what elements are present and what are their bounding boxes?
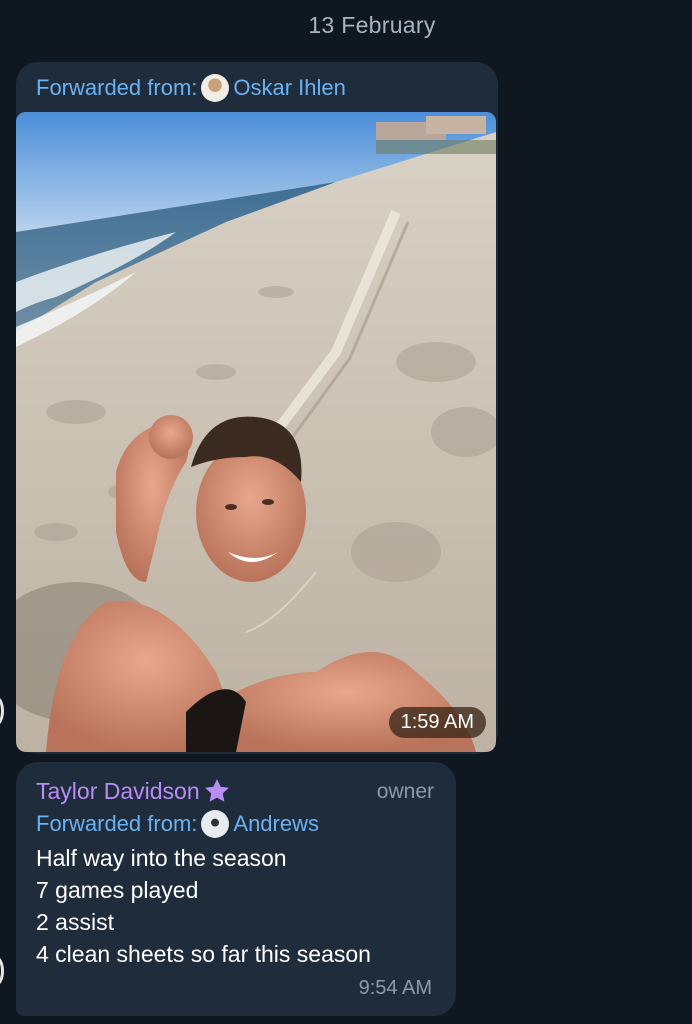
message-text: Half way into the season 7 games played … (36, 842, 371, 970)
message-timestamp: 9:54 AM (358, 977, 432, 999)
chat-view: 13 February Forwarded from: Oskar Ihlen (0, 0, 692, 1024)
forwarded-sender-name[interactable]: Andrews (233, 811, 319, 837)
sender-name-label[interactable]: Taylor Davidson (36, 778, 200, 805)
role-badge: owner (376, 780, 434, 803)
forwarded-avatar-icon[interactable] (201, 74, 230, 102)
photo-timestamp: 1:59 AM (388, 707, 486, 738)
beach-selfie-photo (16, 112, 496, 752)
message-line: 2 assist (36, 909, 114, 935)
purple-star-icon (204, 779, 229, 802)
date-separator: 13 February (308, 12, 436, 38)
message-photo[interactable]: 1:59 AM (16, 112, 496, 752)
message-bubble-text[interactable]: Taylor Davidson owner Forwarded from: An… (16, 762, 456, 1016)
selection-indicator[interactable] (0, 696, 4, 726)
sender-name[interactable]: Taylor Davidson (36, 776, 232, 806)
message-line: Half way into the season (36, 845, 287, 871)
forwarded-header[interactable]: Forwarded from: Oskar Ihlen (36, 74, 346, 102)
selection-indicator[interactable] (0, 956, 4, 986)
message-line: 4 clean sheets so far this season (36, 941, 371, 967)
forwarded-sender-name[interactable]: Oskar Ihlen (233, 75, 346, 101)
message-line: 7 games played (36, 877, 199, 903)
soccer-ball-avatar-icon[interactable] (201, 810, 230, 838)
forwarded-header[interactable]: Forwarded from: Andrews (36, 810, 319, 838)
forwarded-label: Forwarded from: (36, 75, 198, 100)
forwarded-label: Forwarded from: (36, 811, 198, 836)
